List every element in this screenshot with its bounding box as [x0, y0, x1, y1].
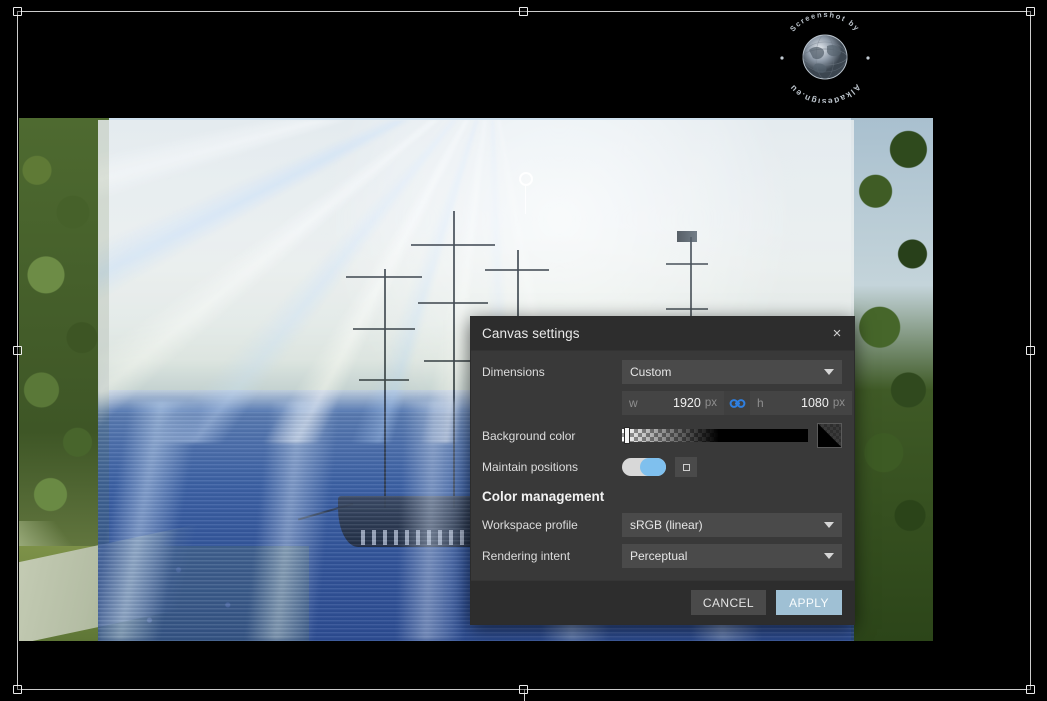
resize-handle-top-left[interactable]: [13, 7, 22, 16]
chevron-down-icon: [824, 553, 834, 559]
rotate-handle-icon[interactable]: [519, 172, 533, 186]
dialog-body: Dimensions Custom w 1920 px h 1080 px Ba…: [471, 351, 854, 580]
maintain-positions-label: Maintain positions: [482, 460, 579, 474]
dialog-footer: CANCEL APPLY: [471, 580, 854, 624]
rendering-intent-value: Perceptual: [630, 549, 688, 563]
square-icon[interactable]: [675, 457, 697, 477]
background-foliage-right: [851, 118, 933, 641]
layer-rotate-stem: [525, 186, 526, 214]
dimensions-select[interactable]: Custom: [622, 360, 842, 384]
background-color-label: Background color: [482, 428, 576, 443]
background-color-slider[interactable]: [622, 427, 808, 444]
cancel-button[interactable]: CANCEL: [690, 590, 766, 615]
dialog-titlebar[interactable]: Canvas settings ×: [471, 317, 854, 351]
editor-stage: Screenshot by Alkadesign.eu Canvas setti…: [0, 0, 1047, 701]
height-key: h: [757, 396, 764, 410]
width-value: 1920: [673, 396, 701, 410]
rendering-intent-label: Rendering intent: [482, 549, 571, 563]
dialog-title: Canvas settings: [482, 326, 580, 341]
canvas-settings-dialog: Canvas settings × Dimensions Custom w 19…: [470, 316, 855, 625]
toggle-knob: [640, 458, 666, 476]
row-background-color: Background color: [482, 423, 842, 448]
height-unit: px: [832, 397, 845, 409]
watermark-logo: Screenshot by Alkadesign.eu: [775, 8, 875, 103]
close-icon[interactable]: ×: [826, 323, 848, 345]
width-key: w: [629, 396, 638, 410]
rendering-intent-select[interactable]: Perceptual: [622, 544, 842, 568]
resize-handle-middle-right[interactable]: [1026, 345, 1035, 355]
workspace-profile-label: Workspace profile: [482, 518, 578, 532]
watermark-top-text: Screenshot by: [788, 10, 860, 33]
resize-handle-bottom-left[interactable]: [13, 685, 22, 694]
workspace-profile-select[interactable]: sRGB (linear): [622, 513, 842, 537]
color-management-heading: Color management: [482, 489, 605, 504]
size-input-group: w 1920 px h 1080 px: [622, 391, 852, 415]
svg-text:Alkadesign.eu: Alkadesign.eu: [787, 82, 863, 103]
width-unit: px: [704, 397, 717, 409]
background-color-swatch[interactable]: [817, 423, 842, 448]
chevron-down-icon: [824, 369, 834, 375]
row-size: w 1920 px h 1080 px: [482, 391, 852, 415]
row-rendering-intent: Rendering intent Perceptual: [482, 544, 842, 568]
resize-handle-top-center[interactable]: [519, 7, 528, 16]
row-maintain-positions: Maintain positions: [482, 455, 842, 479]
dimensions-label: Dimensions: [482, 365, 545, 379]
height-input[interactable]: h 1080 px: [750, 391, 852, 415]
apply-button[interactable]: APPLY: [776, 590, 842, 615]
row-dimensions: Dimensions Custom: [482, 360, 842, 384]
chevron-down-icon: [824, 522, 834, 528]
width-input[interactable]: w 1920 px: [622, 391, 724, 415]
resize-handle-bottom-center[interactable]: [519, 685, 528, 694]
maintain-positions-toggle[interactable]: [622, 458, 666, 476]
svg-text:Screenshot by: Screenshot by: [788, 10, 862, 33]
resize-handle-top-right[interactable]: [1026, 7, 1035, 16]
resize-handle-bottom-right[interactable]: [1026, 685, 1035, 694]
link-icon[interactable]: [724, 391, 750, 415]
row-workspace-profile: Workspace profile sRGB (linear): [482, 513, 842, 537]
workspace-profile-value: sRGB (linear): [630, 518, 703, 532]
rotate-stem: [524, 689, 525, 701]
dimensions-value: Custom: [630, 365, 672, 379]
height-value: 1080: [801, 396, 829, 410]
watermark-bottom-text: Alkadesign.eu: [787, 82, 862, 103]
background-color-slider-knob[interactable]: [624, 427, 630, 444]
